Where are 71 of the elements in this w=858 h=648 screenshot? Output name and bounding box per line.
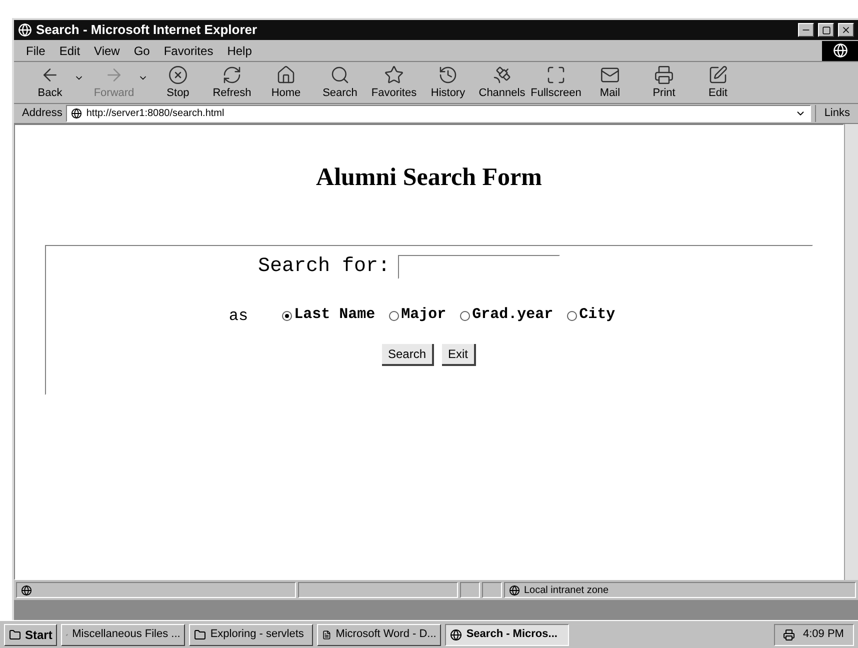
links-label[interactable]: Links xyxy=(815,105,850,122)
menu-item[interactable]: Edit xyxy=(59,42,80,60)
clock: 4:09 PM xyxy=(803,627,844,642)
maximize-icon xyxy=(822,26,830,34)
stop-icon xyxy=(168,64,188,84)
radio-label[interactable]: Last Name xyxy=(294,304,376,327)
address-label: Address xyxy=(22,106,62,122)
close-button[interactable] xyxy=(838,23,854,37)
toolbar-button[interactable]: Edit xyxy=(694,64,742,101)
start-button[interactable]: Start xyxy=(4,624,58,646)
radio-button[interactable] xyxy=(389,310,400,320)
toolbar-button[interactable]: Home xyxy=(262,64,310,101)
address-text: http://server1:8080/search.html xyxy=(86,107,226,121)
menu-item[interactable]: Help xyxy=(227,42,252,60)
globe-icon xyxy=(18,23,32,37)
window-title: Search - Microsoft Internet Explorer xyxy=(36,21,258,40)
menu-item[interactable]: File xyxy=(26,42,46,60)
zone-text: Local intranet zone xyxy=(524,584,609,598)
toolbar-button[interactable]: Search xyxy=(316,64,364,101)
radio-button[interactable] xyxy=(282,310,292,320)
status-pane xyxy=(460,582,480,598)
status-pane xyxy=(482,582,502,598)
as-label: as xyxy=(228,306,248,326)
taskbar-button[interactable]: Search - Micros... xyxy=(445,624,570,646)
toolbar-button[interactable]: Favorites xyxy=(370,64,418,101)
clock-icon xyxy=(438,64,458,84)
form-button[interactable]: Exit xyxy=(442,344,476,366)
radio-button[interactable] xyxy=(460,310,470,320)
toolbar-button[interactable]: Mail xyxy=(586,64,634,101)
toolbar-button[interactable]: Fullscreen xyxy=(532,64,580,101)
form-button[interactable]: Search xyxy=(382,344,434,366)
satellite-icon xyxy=(492,64,512,84)
address-field[interactable]: http://server1:8080/search.html xyxy=(66,105,812,122)
radio-label[interactable]: Major xyxy=(401,304,446,327)
radio-label[interactable]: City xyxy=(579,304,616,327)
fullscreen-icon xyxy=(546,64,566,84)
search-label: Search for: xyxy=(258,254,390,280)
edit-icon xyxy=(708,64,728,84)
radio-button[interactable] xyxy=(567,310,578,320)
toolbar-button[interactable]: History xyxy=(424,64,472,101)
search-icon xyxy=(330,64,350,84)
printer-icon xyxy=(654,64,674,84)
maximize-button[interactable] xyxy=(818,23,834,37)
close-icon xyxy=(841,25,851,35)
menu-item[interactable]: Go xyxy=(134,42,150,60)
globe-icon xyxy=(509,584,520,596)
menu-item[interactable]: Favorites xyxy=(164,42,214,60)
refresh-icon xyxy=(222,64,242,84)
home-icon xyxy=(276,64,296,84)
globe-icon xyxy=(450,628,462,640)
page-heading: Alumni Search Form xyxy=(316,163,542,193)
taskbar-button[interactable]: Exploring - servlets xyxy=(189,624,314,646)
toolbar-button[interactable]: Print xyxy=(640,64,688,101)
taskbar-button[interactable]: Miscellaneous Files ... xyxy=(61,624,186,646)
globe-icon xyxy=(21,584,32,596)
globe-icon xyxy=(71,108,82,119)
toolbar-button[interactable]: Channels xyxy=(478,64,526,101)
mail-icon xyxy=(600,64,620,84)
toolbar-button[interactable]: Back xyxy=(26,64,74,101)
printer-icon xyxy=(783,628,795,640)
minimize-button[interactable] xyxy=(798,23,814,37)
taskbar-button[interactable]: Microsoft Word - D... xyxy=(317,624,442,646)
document-icon xyxy=(322,628,332,640)
star-icon xyxy=(384,64,404,84)
menu-item[interactable]: View xyxy=(94,42,120,60)
folder-icon xyxy=(194,628,206,640)
radio-label[interactable]: Grad.year xyxy=(472,304,554,327)
globe-icon xyxy=(832,43,848,58)
toolbar-button[interactable]: Refresh xyxy=(208,64,256,101)
toolbar-button[interactable]: Stop xyxy=(154,64,202,101)
scrollbar[interactable] xyxy=(844,124,858,580)
